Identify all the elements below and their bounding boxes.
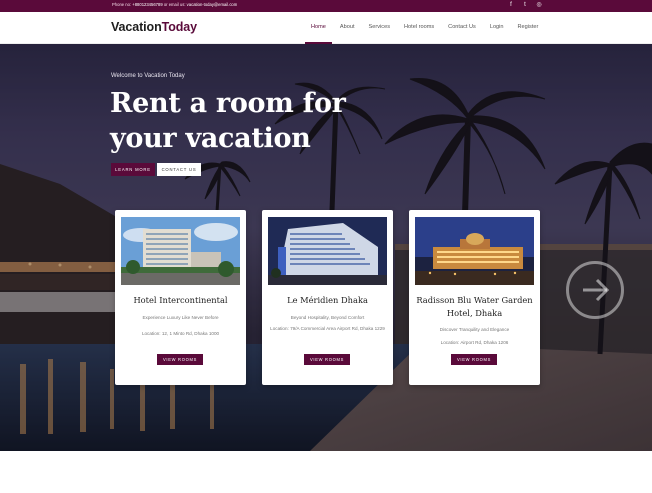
top-contact-bar: Phone no: +880123456789 or email us: vac… bbox=[0, 0, 652, 12]
site-logo[interactable]: VacationToday bbox=[111, 20, 197, 34]
phone-number[interactable]: +880123456789 bbox=[132, 2, 162, 7]
nav-item-register[interactable]: Register bbox=[518, 24, 539, 30]
nav-item-contact-us[interactable]: Contact Us bbox=[448, 24, 476, 30]
nav-item-home[interactable]: Home bbox=[305, 24, 332, 44]
contact-us-button[interactable]: CONTACT US bbox=[157, 163, 201, 176]
hotel-photo bbox=[415, 217, 534, 285]
nav-item-services[interactable]: Services bbox=[369, 24, 390, 30]
nav-menu: Home About Services Hotel rooms Contact … bbox=[305, 24, 552, 44]
phone-label: Phone no: bbox=[112, 2, 132, 7]
hotel-photo bbox=[268, 217, 387, 285]
hotel-location: Location: 12, 1 Minto Rd, Dhaka 1000 bbox=[141, 331, 220, 336]
hotel-location: Location: Airport Rd, Dhaka 1206 bbox=[440, 340, 509, 345]
contact-info: Phone no: +880123456789 or email us: vac… bbox=[112, 2, 237, 7]
hero-headline-line1: Rent a room for bbox=[110, 88, 346, 119]
social-links: f t ◎ bbox=[508, 2, 542, 9]
hero-section: Welcome to Vacation Today Rent a room fo… bbox=[0, 44, 652, 451]
hotel-title: Le Méridien Dhaka bbox=[287, 295, 368, 305]
hotel-title: Radisson Blu Water Garden Hotel, Dhaka bbox=[416, 295, 533, 318]
email-label: or email us: bbox=[163, 2, 186, 7]
facebook-icon[interactable]: f bbox=[508, 2, 514, 9]
main-navbar: VacationToday Home About Services Hotel … bbox=[0, 12, 652, 44]
hotel-tagline: Beyond Hospitality, Beyond Comfort bbox=[290, 315, 365, 320]
hotel-card-le-meridien: Le Méridien Dhaka Beyond Hospitality, Be… bbox=[262, 210, 393, 385]
hero-headline: Rent a room for your vacation bbox=[110, 86, 346, 156]
view-rooms-button[interactable]: VIEW ROOMS bbox=[304, 354, 350, 365]
hotel-location: Location: 79/A Commercial Area Airport R… bbox=[270, 326, 385, 331]
nav-item-login[interactable]: Login bbox=[490, 24, 504, 30]
hotel-tagline: Experience Luxury Like Never Before bbox=[142, 315, 219, 320]
hotel-card-radisson-blu: Radisson Blu Water Garden Hotel, Dhaka D… bbox=[409, 210, 540, 385]
logo-accent-text: Today bbox=[161, 20, 198, 34]
instagram-icon[interactable]: ◎ bbox=[536, 2, 542, 9]
nav-item-hotel-rooms[interactable]: Hotel rooms bbox=[404, 24, 434, 30]
hotel-card-intercontinental: Hotel Intercontinental Experience Luxury… bbox=[115, 210, 246, 385]
twitter-icon[interactable]: t bbox=[522, 2, 528, 9]
email-address[interactable]: vacation-today@email.com bbox=[187, 2, 238, 7]
hotel-title: Hotel Intercontinental bbox=[133, 295, 228, 305]
hotel-tagline: Discover Tranquility and Elegance bbox=[439, 327, 510, 332]
learn-more-button[interactable]: LEARN MORE bbox=[111, 163, 155, 176]
view-rooms-button[interactable]: VIEW ROOMS bbox=[157, 354, 203, 365]
logo-main-text: Vacation bbox=[111, 20, 162, 34]
arrow-right-circle-icon[interactable] bbox=[566, 261, 624, 319]
view-rooms-button[interactable]: VIEW ROOMS bbox=[451, 354, 497, 365]
hotel-photo bbox=[121, 217, 240, 285]
nav-item-about[interactable]: About bbox=[340, 24, 355, 30]
hero-headline-line2: your vacation bbox=[110, 123, 311, 154]
hero-welcome-text: Welcome to Vacation Today bbox=[111, 73, 185, 79]
